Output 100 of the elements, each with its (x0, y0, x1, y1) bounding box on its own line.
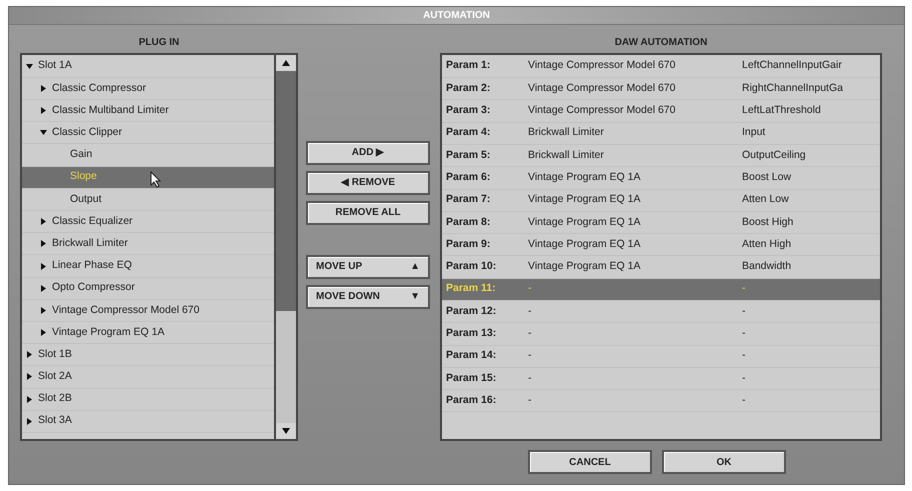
parameter-name: - (742, 370, 746, 386)
dialog-button[interactable]: ◀ REMOVE (306, 170, 430, 195)
tree-item[interactable]: Vintage Program EQ 1A (22, 322, 274, 344)
plugin-name: - (528, 370, 532, 386)
plugin-name: Vintage Compressor Model 670 (528, 80, 676, 96)
parameter-name: OutputCeiling (742, 148, 806, 163)
dialog-button[interactable]: REMOVE ALL (306, 200, 430, 225)
right-triangle-icon[interactable] (40, 329, 47, 336)
parameter-name: Boost Low (742, 170, 792, 185)
plugin-name: - (528, 326, 532, 342)
parameter-name: RightChannelInputGa (742, 80, 843, 96)
automation-row[interactable]: Param 13: - - (442, 323, 880, 346)
automation-row[interactable]: Param 7: Vintage Program EQ 1A Atten Low (442, 190, 880, 212)
param-label: Param 3: (446, 103, 492, 118)
plugin-name: Vintage Program EQ 1A (528, 236, 642, 252)
tree-item[interactable]: Slot 2A (22, 366, 274, 389)
automation-row[interactable]: Param 15: - - (442, 368, 880, 390)
down-triangle-icon[interactable] (40, 129, 47, 136)
automation-row[interactable]: Param 6: Vintage Program EQ 1A Boost Low (442, 167, 880, 190)
param-label: Param 5: (446, 148, 492, 163)
automation-row[interactable]: Param 16: - - (442, 390, 880, 412)
parameter-name: - (742, 326, 746, 342)
plugin-name: Vintage Program EQ 1A (528, 259, 642, 274)
parameter-name: - (742, 304, 746, 319)
automation-row[interactable]: Param 3: Vintage Compressor Model 670 LeftLatThreshold (442, 100, 880, 123)
right-triangle-icon[interactable] (40, 262, 47, 270)
automation-row[interactable]: Param 9: Vintage Program EQ 1A Atten High (442, 234, 880, 256)
parameter-name: - (742, 281, 746, 296)
tree-item[interactable]: Slot 3A (22, 410, 274, 433)
right-triangle-icon[interactable] (40, 284, 47, 292)
dialog-button[interactable]: MOVE UP ▲ (306, 254, 430, 279)
automation-row[interactable]: Param 5: Brickwall Limiter OutputCeiling (442, 144, 880, 168)
plugin-name: - (528, 348, 532, 364)
parameter-name: Bandwidth (742, 259, 792, 274)
tree-item[interactable]: Brickwall Limiter (22, 233, 274, 256)
param-label: Param 13: (446, 326, 498, 342)
parameter-name: Boost High (742, 214, 794, 230)
mouse-pointer-icon (150, 170, 162, 188)
param-label: Param 9: (446, 236, 492, 252)
scrollbar[interactable] (274, 54, 296, 439)
scroll-down-icon[interactable] (282, 428, 290, 434)
tree-item[interactable]: Slot 2B (22, 388, 274, 411)
right-triangle-icon[interactable] (26, 396, 33, 403)
automation-row[interactable]: Param 12: - - (442, 300, 880, 324)
plugin-name: Vintage Program EQ 1A (528, 214, 642, 230)
right-triangle-icon[interactable] (40, 240, 47, 248)
tree-item[interactable]: Classic Clipper (22, 122, 274, 144)
automation-row[interactable]: Param 2: Vintage Compressor Model 670 RightChannelInputGa (442, 78, 880, 100)
automation-row[interactable]: Param 14: - - (442, 346, 880, 368)
window-title: AUTOMATION (423, 8, 490, 23)
right-triangle-icon[interactable] (40, 107, 47, 114)
right-triangle-icon[interactable] (26, 418, 33, 425)
tree-item[interactable]: Linear Phase EQ (22, 255, 274, 278)
right-triangle-icon[interactable] (26, 373, 33, 380)
tree-item[interactable]: Vintage Compressor Model 670 (22, 300, 274, 322)
param-label: Param 4: (446, 125, 492, 140)
plugin-name: - (528, 392, 532, 408)
automation-row[interactable]: Param 1: Vintage Compressor Model 670 LeftChannelInputGair (442, 56, 880, 78)
panel-heading: DAW AUTOMATION (614, 36, 708, 50)
param-label: Param 15: (446, 370, 498, 386)
param-label: Param 14: (446, 348, 498, 364)
panel-heading: PLUG IN (138, 36, 180, 50)
plugin-name: Vintage Program EQ 1A (528, 170, 642, 185)
param-label: Param 2: (446, 80, 492, 96)
scroll-up-icon[interactable] (282, 60, 290, 66)
right-triangle-icon[interactable] (40, 85, 47, 92)
scroll-thumb[interactable] (276, 70, 296, 311)
tree-item[interactable]: Classic Multiband Limiter (22, 100, 274, 122)
plugin-name: - (528, 281, 532, 296)
dialog-button[interactable]: ADD ▶ (306, 140, 430, 165)
parameter-name: - (742, 392, 746, 408)
param-label: Param 11: (446, 281, 497, 296)
dialog-button[interactable]: OK (662, 450, 786, 474)
right-triangle-icon[interactable] (40, 218, 47, 226)
down-triangle-icon[interactable] (26, 62, 33, 70)
tree-item[interactable]: Output (22, 188, 274, 212)
automation-row[interactable]: Param 8: Vintage Program EQ 1A Boost High (442, 212, 880, 234)
automation-row[interactable]: Param 4: Brickwall Limiter Input (442, 122, 880, 145)
tree-item[interactable]: Slot 1B (22, 344, 274, 366)
param-label: Param 8: (446, 214, 492, 230)
right-triangle-icon[interactable] (26, 351, 33, 358)
dialog-button[interactable]: MOVE DOWN ▼ (306, 284, 430, 309)
plugin-name: Vintage Compressor Model 670 (528, 103, 676, 118)
right-triangle-icon[interactable] (40, 306, 47, 314)
tree-item[interactable]: Classic Compressor (22, 78, 274, 100)
param-label: Param 1: (446, 58, 492, 74)
param-label: Param 6: (446, 170, 492, 185)
param-label: Param 7: (446, 192, 492, 208)
parameter-name: Atten High (742, 236, 792, 252)
parameter-name: - (742, 348, 746, 364)
dialog-button[interactable]: CANCEL (528, 450, 652, 474)
plugin-name: Brickwall Limiter (528, 125, 605, 140)
tree-item[interactable]: Slot 1A (22, 56, 274, 78)
tree-item[interactable]: Opto Compressor (22, 278, 274, 300)
tree-item[interactable]: Classic Equalizer (22, 211, 274, 234)
param-label: Param 12: (446, 304, 498, 319)
parameter-name: Atten Low (742, 192, 789, 208)
plugin-name: Vintage Compressor Model 670 (528, 58, 676, 74)
parameter-name: LeftLatThreshold (742, 103, 821, 118)
plugin-name: - (528, 304, 532, 319)
